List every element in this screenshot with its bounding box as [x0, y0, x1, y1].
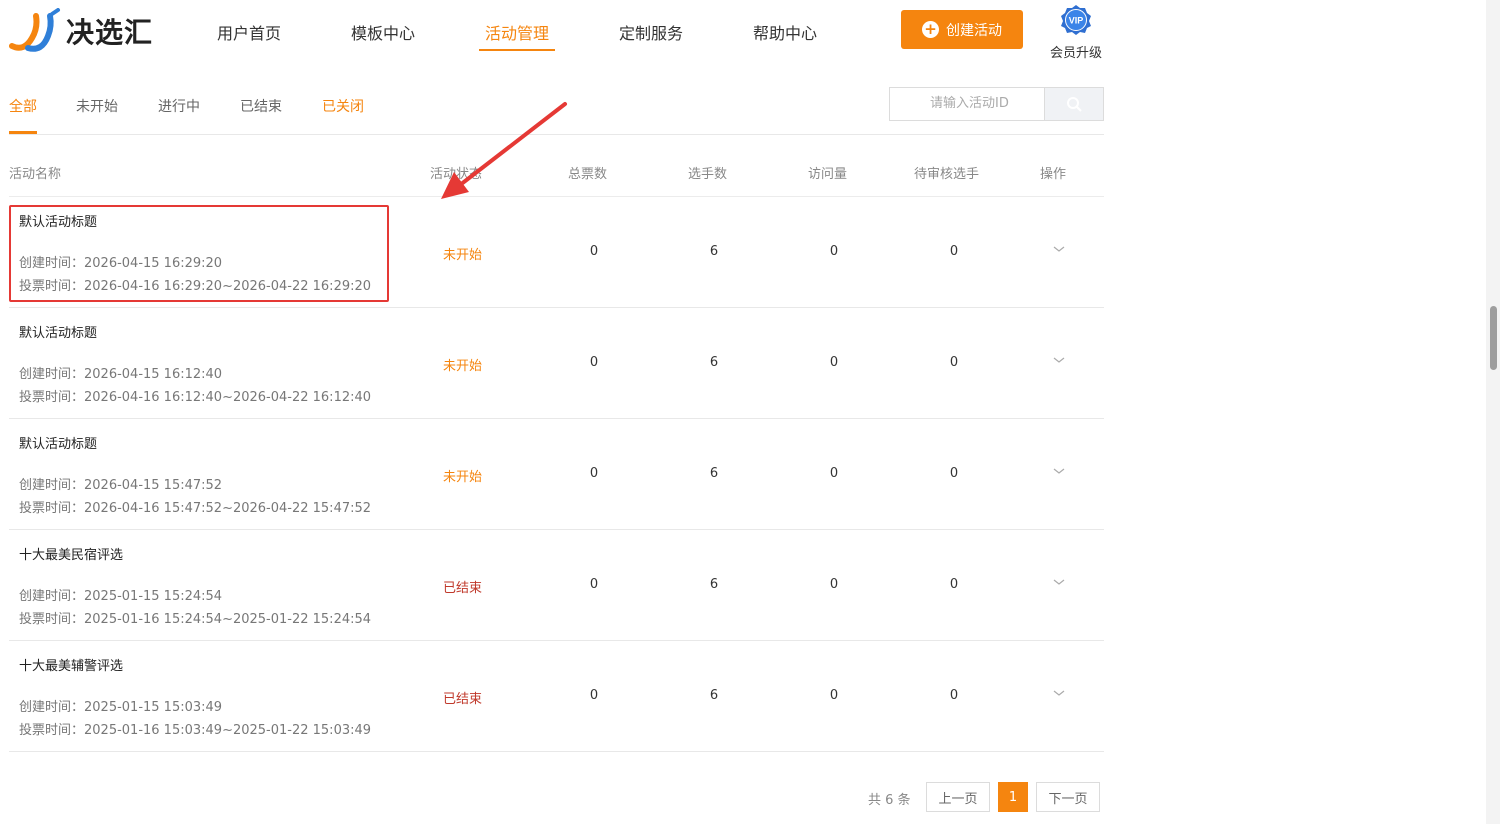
search-icon [1067, 97, 1082, 112]
activity-title[interactable]: 默认活动标题 [19, 433, 97, 452]
contestant-count: 6 [709, 688, 719, 703]
col-activity-status: 活动状态 [430, 167, 483, 182]
chevron-down-icon[interactable] [1053, 576, 1065, 588]
col-contestants: 选手数 [688, 167, 728, 182]
status-badge: 未开始 [443, 470, 483, 485]
page-number-button[interactable]: 1 [998, 782, 1028, 812]
created-time: 创建时间：2026-04-15 16:12:40 [19, 367, 223, 382]
visit-count: 0 [829, 244, 839, 259]
tab-not-started[interactable]: 未开始 [76, 96, 118, 116]
created-time: 创建时间：2025-01-15 15:03:49 [19, 700, 223, 715]
created-time: 创建时间：2026-04-15 15:47:52 [19, 478, 223, 493]
chevron-down-icon[interactable] [1053, 243, 1065, 255]
pending-count: 0 [949, 466, 959, 481]
tab-closed[interactable]: 已关闭 [322, 96, 364, 116]
create-activity-button[interactable]: + 创建活动 [901, 10, 1023, 49]
chevron-down-icon[interactable] [1053, 687, 1065, 699]
activity-title[interactable]: 十大最美民宿评选 [19, 544, 123, 563]
brand-name: 决选汇 [66, 16, 154, 49]
total-votes: 0 [589, 577, 599, 592]
col-visits: 访问量 [808, 167, 848, 182]
visit-count: 0 [829, 466, 839, 481]
vote-time: 投票时间：2025-01-16 15:03:49~2025-01-22 15:0… [19, 723, 372, 738]
total-votes: 0 [589, 244, 599, 259]
pending-count: 0 [949, 577, 959, 592]
nav-help-center[interactable]: 帮助中心 [753, 20, 817, 44]
next-page-button[interactable]: 下一页 [1036, 782, 1100, 812]
created-time: 创建时间：2025-01-15 15:24:54 [19, 589, 223, 604]
nav-custom-service[interactable]: 定制服务 [619, 20, 683, 44]
vip-label: 会员升级 [1049, 46, 1102, 61]
contestant-count: 6 [709, 466, 719, 481]
visit-count: 0 [829, 577, 839, 592]
table-row: 默认活动标题 创建时间：2026-04-15 15:47:52 投票时间：202… [9, 419, 1104, 530]
vip-badge-text: VIP [1069, 16, 1084, 26]
status-badge: 未开始 [443, 248, 483, 263]
create-activity-label: 创建活动 [946, 22, 1002, 39]
col-total-votes: 总票数 [568, 167, 608, 182]
scrollbar-thumb[interactable] [1490, 306, 1497, 370]
pending-count: 0 [949, 355, 959, 370]
nav-home[interactable]: 用户首页 [217, 20, 281, 44]
vote-time: 投票时间：2025-01-16 15:24:54~2025-01-22 15:2… [19, 612, 372, 627]
logo-mark-icon [8, 8, 64, 54]
vote-time: 投票时间：2026-04-16 16:29:20~2026-04-22 16:2… [19, 279, 372, 294]
contestant-count: 6 [709, 244, 719, 259]
pending-count: 0 [949, 688, 959, 703]
contestant-count: 6 [709, 577, 719, 592]
scrollbar-track[interactable] [1486, 0, 1500, 824]
activity-title[interactable]: 十大最美辅警评选 [19, 655, 123, 674]
total-votes: 0 [589, 688, 599, 703]
plus-circle-icon: + [922, 21, 939, 38]
vip-badge-icon: VIP [1061, 5, 1091, 35]
nav-activity-management[interactable]: 活动管理 [485, 20, 549, 44]
col-actions: 操作 [1040, 167, 1067, 182]
tab-all[interactable]: 全部 [9, 96, 37, 116]
table-row: 默认活动标题 创建时间：2026-04-15 16:12:40 投票时间：202… [9, 308, 1104, 419]
chevron-down-icon[interactable] [1053, 354, 1065, 366]
brand-logo[interactable]: 决选汇 [8, 8, 168, 54]
status-badge: 已结束 [443, 692, 483, 707]
vip-upgrade[interactable]: VIP 会员升级 [1046, 4, 1106, 61]
status-badge: 已结束 [443, 581, 483, 596]
status-badge: 未开始 [443, 359, 483, 374]
activity-id-search-input[interactable]: 请输入活动ID [889, 87, 1044, 121]
activity-title[interactable]: 默认活动标题 [19, 211, 97, 230]
nav-active-underline [479, 49, 555, 51]
table-row: 十大最美辅警评选 创建时间：2025-01-15 15:03:49 投票时间：2… [9, 641, 1104, 752]
visit-count: 0 [829, 688, 839, 703]
total-votes: 0 [589, 466, 599, 481]
col-activity-name: 活动名称 [9, 167, 62, 182]
total-votes: 0 [589, 355, 599, 370]
vote-time: 投票时间：2026-04-16 16:12:40~2026-04-22 16:1… [19, 390, 372, 405]
col-pending-review: 待审核选手 [914, 167, 980, 182]
pending-count: 0 [949, 244, 959, 259]
activity-title[interactable]: 默认活动标题 [19, 322, 97, 341]
tabs-divider [9, 134, 1104, 135]
search-button[interactable] [1044, 87, 1104, 121]
table-row: 默认活动标题 创建时间：2026-04-15 16:29:20 投票时间：202… [9, 197, 1104, 308]
table-row: 十大最美民宿评选 创建时间：2025-01-15 15:24:54 投票时间：2… [9, 530, 1104, 641]
contestant-count: 6 [709, 355, 719, 370]
created-time: 创建时间：2026-04-15 16:29:20 [19, 256, 223, 271]
vote-time: 投票时间：2026-04-16 15:47:52~2026-04-22 15:4… [19, 501, 372, 516]
prev-page-button[interactable]: 上一页 [926, 782, 990, 812]
tab-ended[interactable]: 已结束 [240, 96, 282, 116]
nav-templates[interactable]: 模板中心 [351, 20, 415, 44]
visit-count: 0 [829, 355, 839, 370]
tab-in-progress[interactable]: 进行中 [158, 96, 200, 116]
total-count: 共 6 条 [868, 793, 911, 808]
chevron-down-icon[interactable] [1053, 465, 1065, 477]
